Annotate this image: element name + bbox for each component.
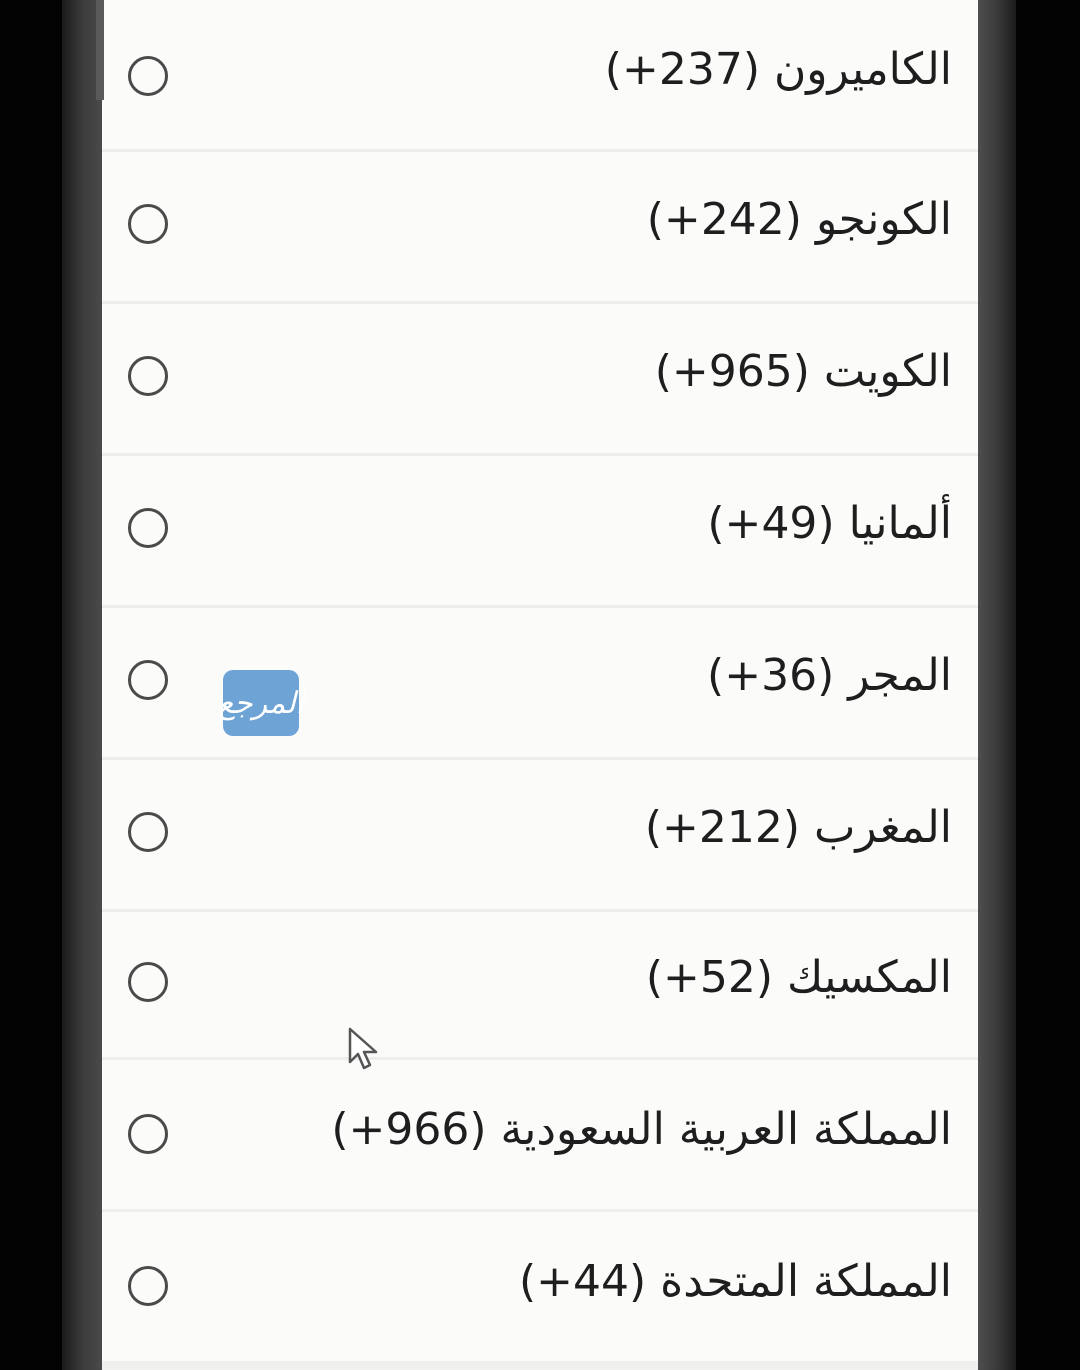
- list-bottom-edge: [102, 1362, 978, 1370]
- country-label: الكاميرون (237+): [604, 44, 952, 95]
- country-label: المملكة العربية السعودية (966+): [331, 1104, 952, 1155]
- country-label: المغرب (212+): [644, 802, 952, 853]
- radio-button-unchecked-icon[interactable]: [128, 1266, 168, 1306]
- list-item[interactable]: الكونجو (242+): [102, 152, 978, 304]
- list-item[interactable]: المكسيك (52+): [102, 908, 978, 1060]
- country-label: المملكة المتحدة (44+): [518, 1256, 952, 1307]
- radio-button-unchecked-icon[interactable]: [128, 1114, 168, 1154]
- radio-button-unchecked-icon[interactable]: [128, 962, 168, 1002]
- list-item[interactable]: ألمانيا (49+): [102, 456, 978, 608]
- radio-button-unchecked-icon[interactable]: [128, 660, 168, 700]
- list-item[interactable]: المملكة العربية السعودية (966+): [102, 1060, 978, 1212]
- radio-button-unchecked-icon[interactable]: [128, 508, 168, 548]
- list-item[interactable]: الكاميرون (237+): [102, 0, 978, 152]
- device-bezel-left: [62, 0, 102, 1370]
- country-label: الكويت (965+): [654, 346, 952, 397]
- watermark-text: المرجع: [218, 685, 304, 721]
- radio-button-unchecked-icon[interactable]: [128, 356, 168, 396]
- radio-button-unchecked-icon[interactable]: [128, 812, 168, 852]
- country-label: المكسيك (52+): [645, 952, 952, 1003]
- scrollbar[interactable]: [96, 0, 104, 100]
- radio-button-unchecked-icon[interactable]: [128, 56, 168, 96]
- device-screen: الكاميرون (237+) الكونجو (242+) الكويت (…: [0, 0, 1080, 1370]
- country-label: ألمانيا (49+): [707, 498, 952, 549]
- country-label: المجر (36+): [707, 650, 952, 701]
- watermark-logo: المرجع: [218, 670, 304, 736]
- radio-button-unchecked-icon[interactable]: [128, 204, 168, 244]
- device-bezel-right: [978, 0, 1016, 1370]
- list-item[interactable]: المملكة المتحدة (44+): [102, 1212, 978, 1364]
- mouse-pointer-icon: [348, 1027, 378, 1070]
- list-item[interactable]: المغرب (212+): [102, 760, 978, 912]
- country-label: الكونجو (242+): [646, 194, 952, 245]
- list-item[interactable]: الكويت (965+): [102, 304, 978, 456]
